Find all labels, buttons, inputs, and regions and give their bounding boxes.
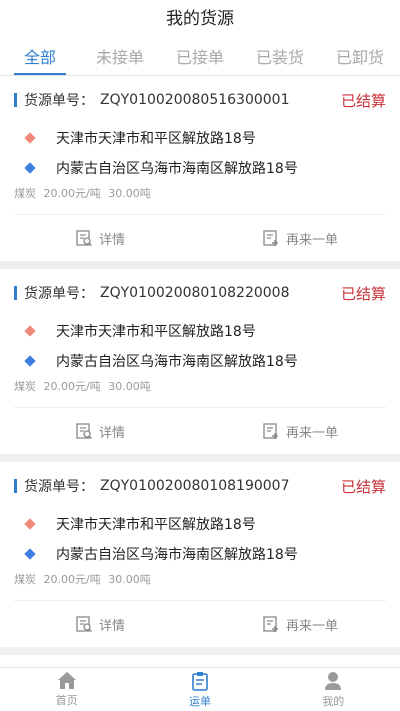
detail-label: 详情: [98, 232, 125, 248]
home-icon: [57, 672, 76, 689]
reorder-icon: [263, 423, 278, 439]
reorder-button[interactable]: 再来一单: [200, 607, 400, 641]
origin-address: 天津市天津市和平区解放路18号: [24, 514, 386, 534]
tabbar-waybill-label: 运单: [188, 694, 211, 708]
order-card[interactable]: 货源单号： ZQY010020080108190007 已结算 天津市天津市和平…: [0, 462, 400, 647]
reorder-label: 再来一单: [285, 618, 338, 634]
tabbar-mine[interactable]: 我的: [267, 668, 400, 711]
cargo-price: 20.00元/吨: [43, 573, 101, 586]
origin-marker-icon: [24, 132, 36, 144]
tabbar-home[interactable]: 首页: [0, 668, 133, 711]
reorder-label: 再来一单: [285, 232, 338, 248]
tabbar-home-label: 首页: [55, 694, 78, 707]
cargo-type: 煤炭: [14, 187, 36, 200]
accent-bar: [14, 286, 17, 300]
order-number: ZQY010020080108190007: [100, 478, 290, 494]
bottom-tab-bar: 首页 运单 我的: [0, 667, 400, 711]
destination-text: 内蒙古自治区乌海市海南区解放路18号: [56, 161, 298, 177]
reorder-icon: [263, 616, 278, 632]
order-number-label: 货源单号：: [24, 479, 94, 495]
order-list: 货源单号： ZQY010020080516300001 已结算 天津市天津市和平…: [0, 76, 400, 703]
destination-address: 内蒙古自治区乌海市海南区解放路18号: [24, 351, 386, 371]
cargo-type: 煤炭: [14, 573, 36, 586]
cargo-type: 煤炭: [14, 380, 36, 393]
cargo-info: 煤炭 20.00元/吨 30.00吨: [14, 378, 155, 394]
order-number-label: 货源单号：: [24, 93, 94, 109]
accent-bar: [14, 479, 17, 493]
card-actions: 详情 再来一单: [0, 414, 400, 448]
order-header: 货源单号： ZQY010020080516300001 已结算: [14, 90, 386, 110]
cargo-info: 煤炭 20.00元/吨 30.00吨: [14, 571, 155, 587]
origin-text: 天津市天津市和平区解放路18号: [56, 517, 256, 533]
order-number: ZQY010020080108220008: [100, 285, 290, 301]
reorder-label: 再来一单: [285, 425, 338, 441]
cargo-weight: 30.00吨: [108, 380, 151, 393]
status-badge: 已结算: [340, 284, 386, 303]
divider: [14, 214, 386, 215]
tabbar-mine-label: 我的: [322, 694, 345, 708]
origin-marker-icon: [24, 325, 36, 337]
cargo-weight: 30.00吨: [108, 573, 151, 586]
detail-label: 详情: [98, 425, 125, 441]
tab-not-accepted[interactable]: 未接单: [80, 40, 160, 75]
origin-address: 天津市天津市和平区解放路18号: [24, 128, 386, 148]
detail-icon: [76, 230, 92, 246]
cargo-price: 20.00元/吨: [43, 380, 101, 393]
reorder-button[interactable]: 再来一单: [200, 221, 400, 255]
origin-text: 天津市天津市和平区解放路18号: [56, 131, 256, 147]
order-header: 货源单号： ZQY010020080108190007 已结算: [14, 476, 386, 496]
cargo-weight: 30.00吨: [108, 187, 151, 200]
destination-text: 内蒙古自治区乌海市海南区解放路18号: [56, 547, 298, 563]
tabbar-waybill[interactable]: 运单: [133, 668, 266, 711]
origin-address: 天津市天津市和平区解放路18号: [24, 321, 386, 341]
order-number: ZQY010020080516300001: [100, 92, 290, 108]
tab-all[interactable]: 全部: [0, 40, 80, 75]
detail-button[interactable]: 详情: [0, 414, 200, 448]
tab-accepted[interactable]: 已接单: [160, 40, 240, 75]
order-header: 货源单号： ZQY010020080108220008 已结算: [14, 283, 386, 303]
destination-address: 内蒙古自治区乌海市海南区解放路18号: [24, 544, 386, 564]
origin-text: 天津市天津市和平区解放路18号: [56, 324, 256, 340]
detail-icon: [76, 423, 92, 439]
tab-loaded[interactable]: 已装货: [240, 40, 320, 75]
detail-icon: [76, 616, 92, 632]
reorder-icon: [263, 230, 278, 246]
destination-marker-icon: [24, 162, 36, 174]
waybill-icon: [192, 671, 208, 691]
card-actions: 详情 再来一单: [0, 607, 400, 641]
page-title: 我的货源: [166, 9, 234, 29]
detail-label: 详情: [98, 618, 125, 634]
divider: [14, 600, 386, 601]
cargo-price: 20.00元/吨: [43, 187, 101, 200]
origin-marker-icon: [24, 518, 36, 530]
divider: [14, 407, 386, 408]
card-actions: 详情 再来一单: [0, 221, 400, 255]
detail-button[interactable]: 详情: [0, 607, 200, 641]
status-badge: 已结算: [340, 477, 386, 496]
order-card[interactable]: 货源单号： ZQY010020080108220008 已结算 天津市天津市和平…: [0, 269, 400, 454]
reorder-button[interactable]: 再来一单: [200, 414, 400, 448]
status-tabs: 全部 未接单 已接单 已装货 已卸货: [0, 40, 400, 76]
destination-address: 内蒙古自治区乌海市海南区解放路18号: [24, 158, 386, 178]
tab-unloaded[interactable]: 已卸货: [320, 40, 400, 75]
detail-button[interactable]: 详情: [0, 221, 200, 255]
status-badge: 已结算: [340, 91, 386, 110]
user-icon: [325, 671, 342, 690]
destination-marker-icon: [24, 355, 36, 367]
order-number-label: 货源单号：: [24, 286, 94, 302]
destination-text: 内蒙古自治区乌海市海南区解放路18号: [56, 354, 298, 370]
destination-marker-icon: [24, 548, 36, 560]
accent-bar: [14, 93, 17, 107]
order-card[interactable]: 货源单号： ZQY010020080516300001 已结算 天津市天津市和平…: [0, 76, 400, 261]
page-header: 我的货源: [0, 0, 400, 40]
cargo-info: 煤炭 20.00元/吨 30.00吨: [14, 185, 155, 201]
